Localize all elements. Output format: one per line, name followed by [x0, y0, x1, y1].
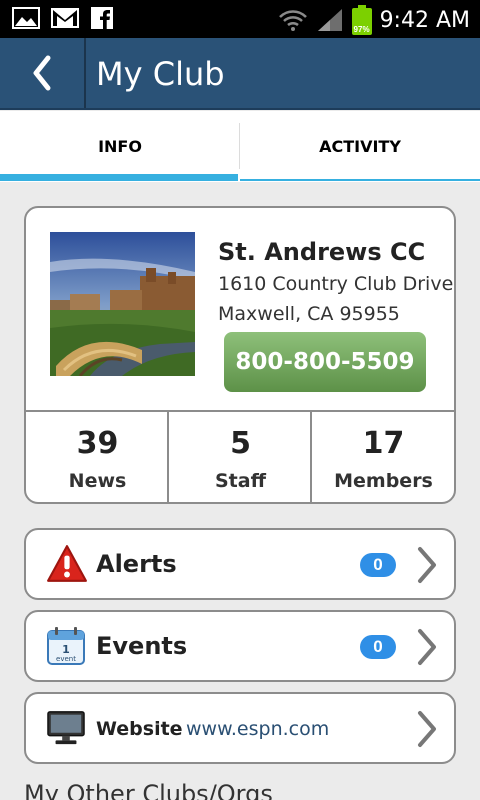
chevron-right-icon — [418, 711, 436, 747]
events-label: Events — [96, 632, 188, 660]
stat-news-label: News — [68, 470, 127, 492]
alerts-label: Alerts — [96, 550, 177, 578]
tab-indicator-line — [240, 179, 480, 181]
club-address-line1: 1610 Country Club Drive — [218, 273, 454, 295]
chevron-right-icon — [418, 629, 436, 665]
website-label: Website — [96, 718, 183, 740]
alerts-row[interactable]: Alerts 0 — [24, 528, 456, 600]
stat-members-count: 17 — [362, 426, 405, 461]
calendar-icon: 1 event — [47, 627, 85, 665]
battery-icon: 97% — [351, 5, 372, 35]
events-row[interactable]: 1 event Events 0 — [24, 610, 456, 682]
clock: 9:42 AM — [379, 7, 470, 33]
club-photo — [50, 232, 195, 376]
stat-staff[interactable]: 5 Staff — [169, 412, 312, 502]
club-card: St. Andrews CC 1610 Country Club Drive M… — [24, 206, 456, 504]
monitor-icon — [47, 711, 85, 745]
notification-icons — [12, 6, 114, 30]
chevron-left-icon — [33, 55, 51, 91]
club-address-line2: Maxwell, CA 95955 — [218, 303, 400, 325]
stat-news[interactable]: 39 News — [26, 412, 169, 502]
other-clubs-heading: My Other Clubs/Orgs — [24, 780, 273, 800]
facebook-icon — [91, 7, 113, 29]
tab-activity[interactable]: ACTIVITY — [240, 111, 480, 182]
calendar-icon-word: event — [56, 655, 76, 663]
alerts-count-badge: 0 — [360, 553, 396, 577]
stat-members[interactable]: 17 Members — [312, 412, 455, 502]
events-count-badge: 0 — [360, 635, 396, 659]
picture-icon — [12, 7, 40, 29]
page-title: My Club — [96, 55, 225, 93]
club-name: St. Andrews CC — [218, 238, 426, 266]
app-bar: My Club — [0, 38, 480, 110]
stat-news-count: 39 — [76, 426, 119, 461]
signal-icon — [317, 9, 342, 31]
warning-icon — [47, 545, 87, 582]
tab-bar: INFO ACTIVITY — [0, 111, 480, 182]
stat-staff-label: Staff — [215, 470, 266, 492]
tab-indicator-active — [0, 174, 238, 181]
status-bar: 97% 9:42 AM — [0, 0, 480, 38]
back-button[interactable] — [0, 38, 84, 108]
website-row[interactable]: Website www.espn.com — [24, 692, 456, 764]
wifi-icon — [278, 10, 307, 31]
call-phone-button[interactable]: 800-800-5509 — [224, 332, 426, 392]
website-url[interactable]: www.espn.com — [186, 718, 329, 740]
battery-percent: 97% — [353, 25, 370, 34]
system-icons: 97% 9:42 AM — [278, 5, 470, 35]
tab-info[interactable]: INFO — [0, 111, 240, 182]
stat-staff-count: 5 — [230, 426, 251, 461]
stat-members-label: Members — [334, 470, 433, 492]
chevron-right-icon — [418, 547, 436, 583]
gmail-icon — [51, 8, 79, 28]
app-bar-divider — [84, 38, 86, 108]
